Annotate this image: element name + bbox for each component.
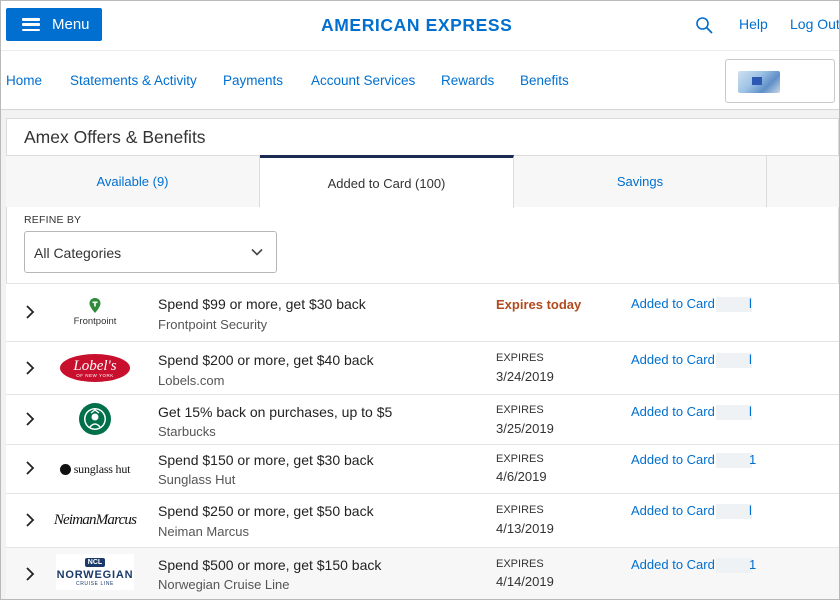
lobels-logo-subtext: OF NEW YORK: [76, 372, 114, 378]
norwegian-logo-subtext: CRUISE LINE: [76, 580, 114, 587]
redacted-card-number: [716, 504, 752, 519]
tab-added-to-card[interactable]: Added to Card (100): [260, 155, 514, 208]
expires-label: EXPIRES: [496, 352, 544, 364]
nav-benefits[interactable]: Benefits: [520, 73, 569, 88]
offer-title: Spend $99 or more, get $30 back: [158, 296, 366, 312]
offer-status: Added to Card -: [631, 404, 723, 419]
offer-row-starbucks[interactable]: Get 15% back on purchases, up to $5 Star…: [6, 394, 839, 444]
top-header: Menu AMERICAN EXPRESS Help Log Out: [1, 1, 839, 50]
offer-title: Spend $200 or more, get $40 back: [158, 352, 374, 368]
nav-payments[interactable]: Payments: [223, 73, 283, 88]
offer-status-tail: l: [749, 404, 752, 419]
offer-row-lobels[interactable]: Lobel's OF NEW YORK Spend $200 or more, …: [6, 341, 839, 394]
nav-home[interactable]: Home: [6, 73, 42, 88]
redacted-card-number: [716, 353, 752, 368]
norwegian-logo: NCL NORWEGIAN CRUISE LINE: [56, 554, 134, 590]
chevron-right-icon[interactable]: [22, 304, 38, 320]
category-select-value: All Categories: [34, 245, 122, 261]
browser-frame: Menu AMERICAN EXPRESS Help Log Out Home …: [0, 0, 840, 600]
nav-statements-activity[interactable]: Statements & Activity: [70, 73, 197, 88]
redacted-card-number: [716, 297, 752, 312]
expires-label: EXPIRES: [496, 504, 544, 516]
tab-available[interactable]: Available (9): [6, 156, 260, 207]
nav-account-services[interactable]: Account Services: [311, 73, 415, 88]
offer-merchant: Starbucks: [158, 424, 216, 439]
offer-merchant: Sunglass Hut: [158, 472, 236, 487]
offer-merchant: Norwegian Cruise Line: [158, 577, 290, 592]
category-select[interactable]: All Categories: [24, 231, 277, 273]
expires-today-badge: Expires today: [496, 297, 582, 312]
starbucks-siren-icon: [79, 403, 111, 435]
neiman-marcus-logo-text: NeimanMarcus: [53, 511, 137, 528]
lobels-logo-text: Lobel's: [73, 357, 117, 374]
expires-label: EXPIRES: [496, 453, 544, 465]
chevron-right-icon[interactable]: [22, 512, 38, 528]
frontpoint-logo-text: Frontpoint: [73, 316, 117, 327]
sunglass-hut-logo: sunglass hut: [56, 451, 134, 487]
help-link[interactable]: Help: [739, 16, 768, 32]
redacted-card-number: [716, 453, 752, 468]
chevron-down-icon: [251, 248, 263, 256]
offer-status-tail: l: [749, 503, 752, 518]
expires-label: EXPIRES: [496, 558, 544, 570]
chevron-right-icon[interactable]: [22, 360, 38, 376]
expires-date: 4/6/2019: [496, 469, 547, 484]
lobels-logo: Lobel's OF NEW YORK: [56, 350, 134, 386]
american-express-logo[interactable]: AMERICAN EXPRESS: [321, 15, 521, 36]
offer-status: Added to Card -: [631, 296, 723, 311]
neiman-marcus-logo: NeimanMarcus: [53, 502, 137, 538]
offer-status: Added to Card -: [631, 503, 723, 518]
offer-merchant: Lobels.com: [158, 373, 225, 388]
offer-status: Added to Card -: [631, 557, 723, 572]
redacted-card-number: [716, 558, 752, 573]
hamburger-icon: [22, 18, 40, 31]
offer-row-frontpoint[interactable]: Frontpoint Spend $99 or more, get $30 ba…: [6, 283, 839, 341]
norwegian-logo-text: NORWEGIAN: [56, 568, 134, 581]
offer-row-neiman-marcus[interactable]: NeimanMarcus Spend $250 or more, get $50…: [6, 493, 839, 547]
main-nav: Home Statements & Activity Payments Acco…: [1, 50, 839, 110]
offer-row-sunglass-hut[interactable]: sunglass hut Spend $150 or more, get $30…: [6, 444, 839, 493]
starbucks-logo: [56, 401, 134, 437]
offer-status-tail: 1: [749, 557, 757, 572]
page-title: Amex Offers & Benefits: [24, 127, 206, 147]
tab-savings[interactable]: Savings: [514, 156, 767, 207]
menu-button[interactable]: Menu: [6, 8, 102, 41]
search-icon[interactable]: [695, 16, 713, 34]
offer-row-norwegian[interactable]: NCL NORWEGIAN CRUISE LINE Spend $500 or …: [6, 547, 839, 599]
sunglass-hut-logo-text: sunglass hut: [73, 461, 131, 476]
offer-status-tail: l: [749, 352, 752, 367]
expires-date: 4/13/2019: [496, 521, 554, 536]
offers-panel: Amex Offers & Benefits Available (9) Add…: [6, 118, 839, 599]
frontpoint-pin-icon: [89, 298, 101, 313]
offer-merchant: Frontpoint Security: [158, 317, 268, 332]
offer-tabs: Available (9) Added to Card (100) Saving…: [6, 155, 839, 208]
chevron-right-icon[interactable]: [22, 566, 38, 582]
card-image: [738, 71, 780, 93]
refine-by-label: REFINE BY: [24, 214, 82, 226]
expires-label: EXPIRES: [496, 404, 544, 416]
logout-link[interactable]: Log Out: [790, 16, 839, 32]
menu-label: Menu: [52, 16, 90, 33]
offer-status: Added to Card -: [631, 452, 723, 467]
frontpoint-logo: Frontpoint: [56, 294, 134, 330]
ncl-badge: NCL: [84, 557, 106, 567]
chevron-right-icon[interactable]: [22, 411, 38, 427]
sunglass-hut-dot-icon: [59, 463, 71, 475]
chevron-right-icon[interactable]: [22, 460, 38, 476]
offer-status-tail: l: [749, 296, 752, 311]
redacted-card-number: [716, 405, 752, 420]
offer-status: Added to Card -: [631, 352, 723, 367]
expires-date: 3/25/2019: [496, 421, 554, 436]
offer-status-tail: 1: [749, 452, 757, 467]
offer-merchant: Neiman Marcus: [158, 524, 250, 539]
card-selector[interactable]: [725, 59, 835, 103]
offer-title: Get 15% back on purchases, up to $5: [158, 404, 393, 420]
offer-title: Spend $250 or more, get $50 back: [158, 503, 374, 519]
offer-title: Spend $150 or more, get $30 back: [158, 452, 374, 468]
tab-overflow: [767, 156, 839, 207]
expires-date: 4/14/2019: [496, 574, 554, 589]
nav-rewards[interactable]: Rewards: [441, 73, 494, 88]
expires-date: 3/24/2019: [496, 369, 554, 384]
offer-title: Spend $500 or more, get $150 back: [158, 557, 382, 573]
